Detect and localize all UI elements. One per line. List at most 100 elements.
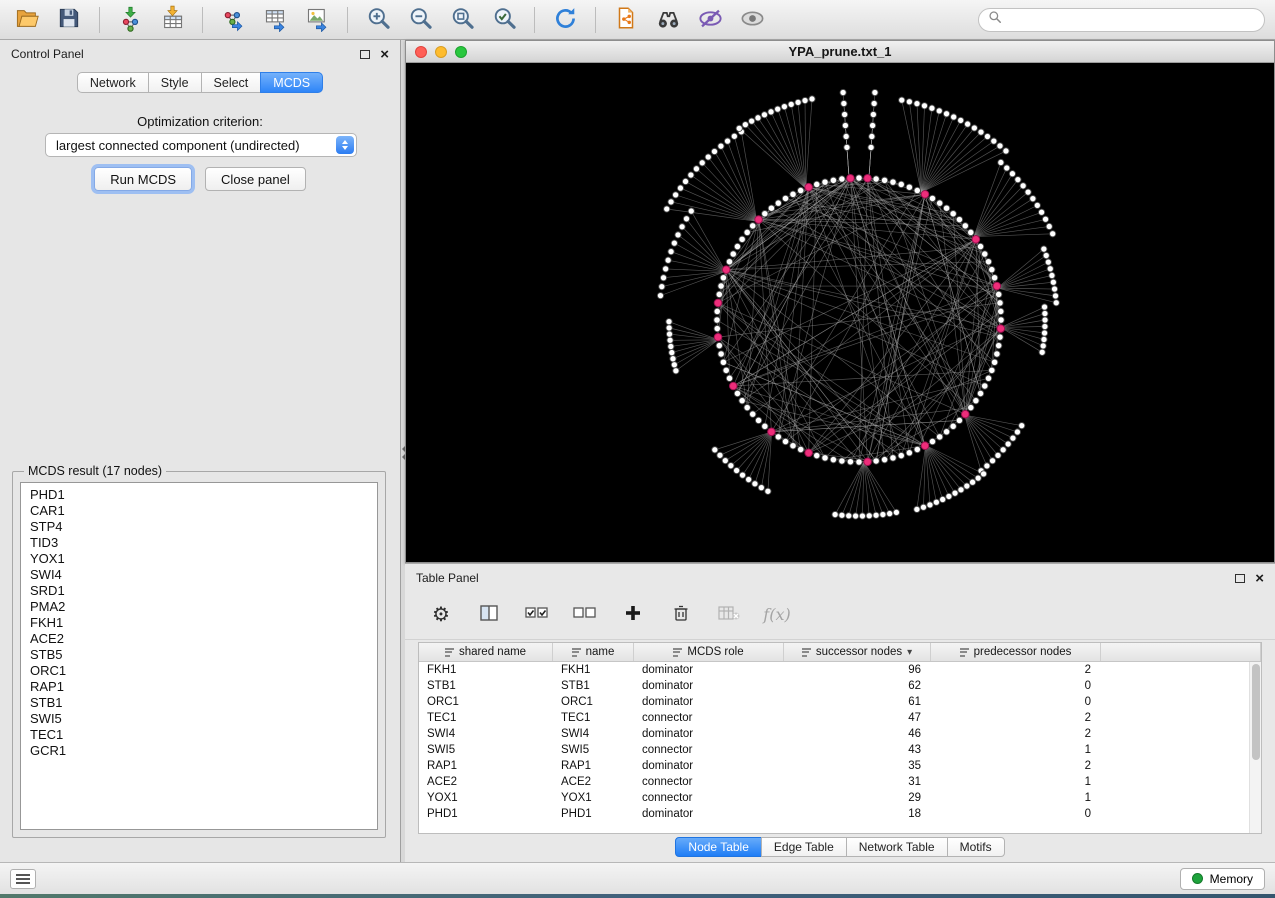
- toolbar-separator: [347, 7, 348, 33]
- mcds-result-item[interactable]: CAR1: [21, 503, 377, 519]
- column-header[interactable]: MCDS role: [634, 643, 784, 661]
- memory-button[interactable]: Memory: [1180, 868, 1265, 890]
- show-graphics-details-button[interactable]: [735, 4, 769, 36]
- mcds-result-item[interactable]: FKH1: [21, 615, 377, 631]
- tab-node-table[interactable]: Node Table: [675, 837, 762, 857]
- table-row[interactable]: YOX1YOX1connector291: [419, 790, 1249, 806]
- column-header[interactable]: shared name: [419, 643, 553, 661]
- table-cell: dominator: [634, 680, 784, 692]
- scrollbar-thumb[interactable]: [1252, 664, 1260, 760]
- table-cell: RAP1: [553, 760, 634, 772]
- zoom-out-button[interactable]: [403, 4, 437, 36]
- refresh-view-button[interactable]: [548, 4, 582, 36]
- mcds-result-item[interactable]: ACE2: [21, 631, 377, 647]
- share-document-button[interactable]: [609, 4, 643, 36]
- table-row[interactable]: ACE2ACE2connector311: [419, 774, 1249, 790]
- mcds-result-item[interactable]: SRD1: [21, 583, 377, 599]
- column-header[interactable]: successor nodes▾: [784, 643, 931, 661]
- delete-table-icon: [717, 603, 741, 626]
- table-options-button[interactable]: ⚙: [427, 602, 455, 628]
- open-file-button[interactable]: [10, 4, 44, 36]
- import-network-button[interactable]: [113, 4, 147, 36]
- table-toolbar: ⚙ f(x): [405, 590, 1275, 640]
- table-row[interactable]: RAP1RAP1dominator352: [419, 758, 1249, 774]
- minimize-window-button[interactable]: [435, 46, 447, 58]
- network-canvas[interactable]: [406, 63, 1274, 562]
- chevron-down-icon[interactable]: ▾: [907, 647, 912, 658]
- search-input[interactable]: [1008, 12, 1255, 27]
- delete-columns-button[interactable]: [667, 602, 695, 628]
- function-builder-button[interactable]: f(x): [763, 602, 791, 628]
- hide-edges-button[interactable]: [693, 4, 727, 36]
- network-window-titlebar[interactable]: YPA_prune.txt_1: [406, 41, 1274, 63]
- table-row[interactable]: SWI4SWI4dominator462: [419, 726, 1249, 742]
- tab-edge-table[interactable]: Edge Table: [761, 837, 847, 857]
- save-session-button[interactable]: [52, 4, 86, 36]
- table-row[interactable]: ORC1ORC1dominator610: [419, 694, 1249, 710]
- close-table-panel-button[interactable]: ×: [1255, 571, 1264, 586]
- table-row[interactable]: TEC1TEC1connector472: [419, 710, 1249, 726]
- show-panels-button[interactable]: [10, 869, 36, 889]
- clear-all-checks-button[interactable]: [571, 602, 599, 628]
- zoom-in-button[interactable]: [361, 4, 395, 36]
- zoom-fit-button[interactable]: [445, 4, 479, 36]
- select-all-checks-button[interactable]: [523, 602, 551, 628]
- mcds-result-list[interactable]: PHD1CAR1STP4TID3YOX1SWI4SRD1PMA2FKH1ACE2…: [20, 482, 378, 830]
- export-image-button[interactable]: [300, 4, 334, 36]
- mcds-result-item[interactable]: PHD1: [21, 487, 377, 503]
- export-image-icon: [304, 5, 331, 35]
- optimization-criterion-select[interactable]: largest connected component (undirected): [45, 133, 357, 157]
- import-table-button[interactable]: [155, 4, 189, 36]
- mcds-result-item[interactable]: TEC1: [21, 727, 377, 743]
- export-table-button[interactable]: [258, 4, 292, 36]
- export-network-button[interactable]: [216, 4, 250, 36]
- zoom-selected-button[interactable]: [487, 4, 521, 36]
- mcds-result-item[interactable]: STP4: [21, 519, 377, 535]
- column-header[interactable]: predecessor nodes: [931, 643, 1101, 661]
- close-mcds-panel-button[interactable]: Close panel: [205, 167, 306, 191]
- float-table-panel-button[interactable]: [1235, 574, 1245, 583]
- mcds-result-item[interactable]: RAP1: [21, 679, 377, 695]
- mcds-result-item[interactable]: GCR1: [21, 743, 377, 759]
- table-cell: SWI5: [553, 744, 634, 756]
- table-row[interactable]: PHD1PHD1dominator180: [419, 806, 1249, 822]
- float-panel-button[interactable]: [360, 50, 370, 59]
- delete-table-button[interactable]: [715, 602, 743, 628]
- table-row[interactable]: STB1STB1dominator620: [419, 678, 1249, 694]
- mcds-result-item[interactable]: STB1: [21, 695, 377, 711]
- table-cell: YOX1: [553, 792, 634, 804]
- column-header[interactable]: name: [553, 643, 634, 661]
- search-network-button[interactable]: [651, 4, 685, 36]
- table-scrollbar[interactable]: [1249, 662, 1261, 833]
- search-box[interactable]: [978, 8, 1265, 32]
- close-window-button[interactable]: [415, 46, 427, 58]
- export-network-icon: [220, 5, 247, 35]
- maximize-window-button[interactable]: [455, 46, 467, 58]
- table-panel: Table Panel × ⚙ f(x) shared namenameMCDS…: [405, 563, 1275, 862]
- tab-style[interactable]: Style: [148, 72, 202, 93]
- tab-network[interactable]: Network: [77, 72, 149, 93]
- mcds-result-item[interactable]: STB5: [21, 647, 377, 663]
- mcds-result-item[interactable]: SWI4: [21, 567, 377, 583]
- status-bar: Memory: [0, 862, 1275, 894]
- table-cell: connector: [634, 712, 784, 724]
- network-graph[interactable]: [406, 63, 1274, 561]
- table-row[interactable]: FKH1FKH1dominator962: [419, 662, 1249, 678]
- mcds-result-item[interactable]: TID3: [21, 535, 377, 551]
- table-cell: 0: [931, 696, 1101, 708]
- show-columns-button[interactable]: [475, 602, 503, 628]
- table-row[interactable]: SWI5SWI5connector431: [419, 742, 1249, 758]
- create-column-button[interactable]: [619, 602, 647, 628]
- mcds-result-item[interactable]: YOX1: [21, 551, 377, 567]
- tab-network-table[interactable]: Network Table: [846, 837, 948, 857]
- mcds-result-item[interactable]: ORC1: [21, 663, 377, 679]
- run-mcds-button[interactable]: Run MCDS: [94, 167, 192, 191]
- table-cell: 35: [784, 760, 931, 772]
- mcds-result-item[interactable]: SWI5: [21, 711, 377, 727]
- close-panel-icon[interactable]: ×: [380, 47, 389, 62]
- tab-mcds[interactable]: MCDS: [260, 72, 323, 93]
- mcds-result-item[interactable]: PMA2: [21, 599, 377, 615]
- tab-select[interactable]: Select: [201, 72, 262, 93]
- table-cell: PHD1: [553, 808, 634, 820]
- tab-motifs[interactable]: Motifs: [947, 837, 1005, 857]
